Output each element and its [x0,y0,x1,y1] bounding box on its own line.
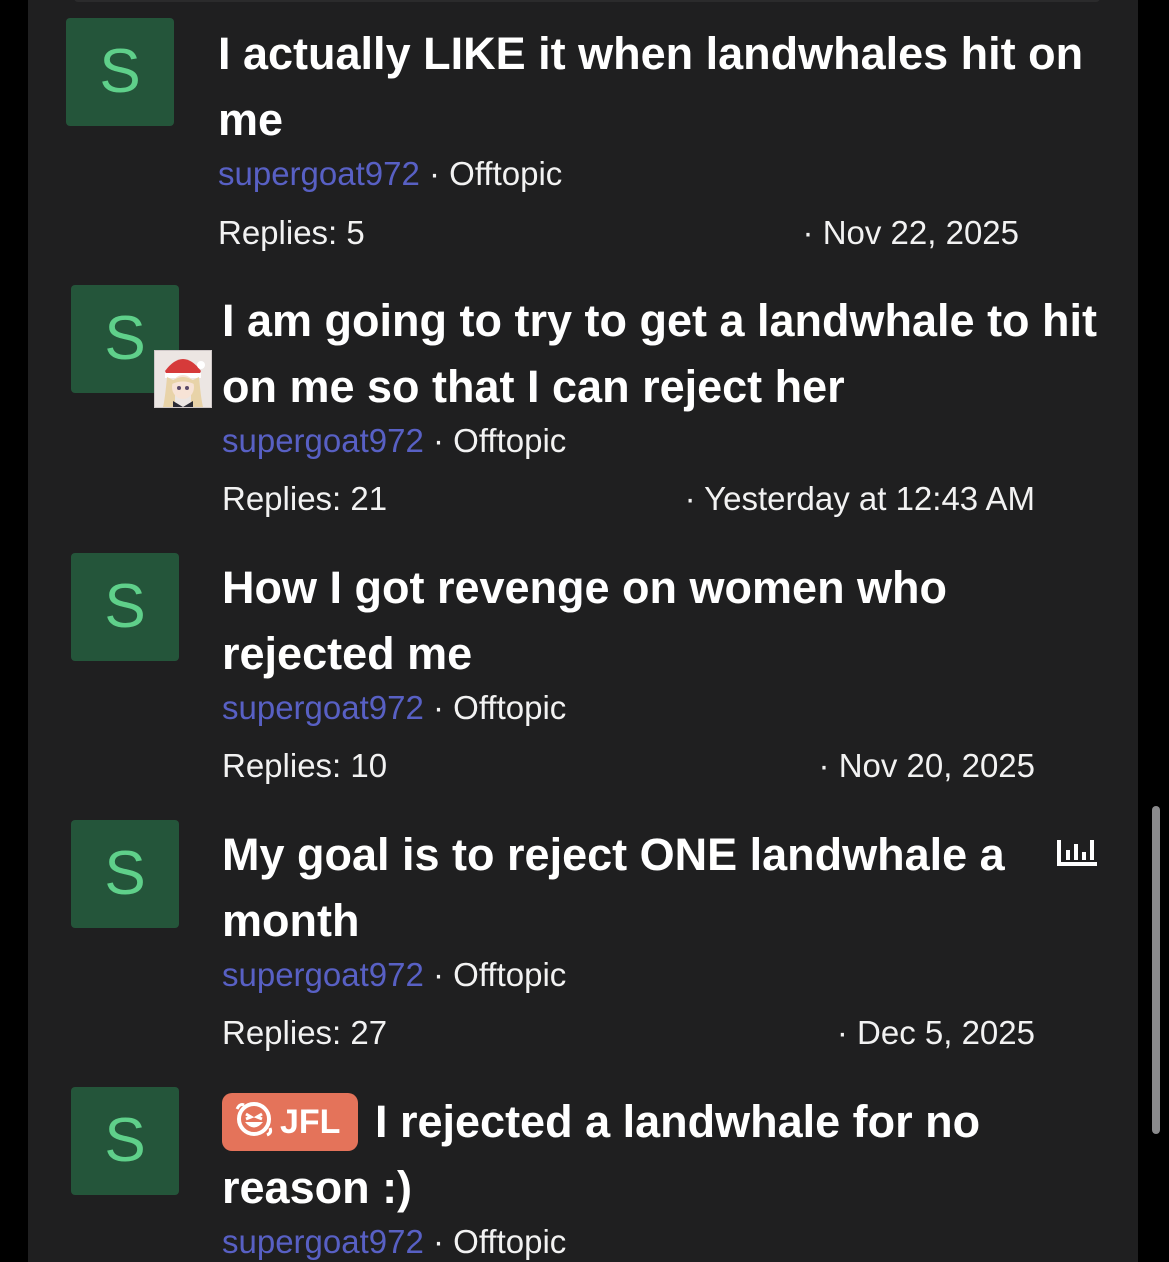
meta-separator: · [423,956,454,993]
thread-date[interactable]: · Yesterday at 12:43 AM [685,480,1035,518]
thread-author[interactable]: supergoat972 [222,422,424,459]
user-mini-avatar [154,350,212,408]
thread-author[interactable]: supergoat972 [222,956,424,993]
poll-icon [1057,840,1097,866]
avatar[interactable]: S [71,820,179,928]
thread-item[interactable]: S JFL I rejected a landwhale for no reas… [0,0,1169,1260]
thread-forum[interactable]: Offtopic [453,422,566,459]
thread-author[interactable]: supergoat972 [222,689,424,726]
thread-prefix-badge[interactable]: JFL [222,1093,359,1151]
anime-character-avatar-icon [155,351,211,407]
vertical-scrollbar[interactable] [1152,806,1160,1134]
meta-separator: · [423,1223,454,1260]
reply-count: Replies: 21 [222,480,388,517]
thread-forum[interactable]: Offtopic [453,1223,566,1260]
thread-date[interactable]: · Nov 20, 2025 [819,747,1035,785]
meta-separator: · [423,689,454,726]
thread-author[interactable]: supergoat972 [222,1223,424,1260]
laughing-emoji-icon [235,1102,273,1137]
reply-count: Replies: 10 [222,747,388,784]
avatar[interactable]: S [71,553,179,661]
meta-separator: · [423,422,454,459]
avatar[interactable]: S [71,1087,179,1195]
thread-forum[interactable]: Offtopic [453,956,566,993]
thread-title[interactable]: How I got revenge on women who rejected … [222,555,1102,687]
thread-forum[interactable]: Offtopic [453,689,566,726]
thread-title[interactable]: My goal is to reject ONE landwhale a mon… [222,822,1042,954]
thread-title-container[interactable]: JFL I rejected a landwhale for no reason… [222,1089,1102,1221]
thread-title[interactable]: I am going to try to get a landwhale to … [222,288,1102,420]
prefix-label: JFL [280,1103,341,1141]
reply-count: Replies: 27 [222,1014,388,1051]
thread-date[interactable]: · Dec 5, 2025 [837,1014,1035,1052]
